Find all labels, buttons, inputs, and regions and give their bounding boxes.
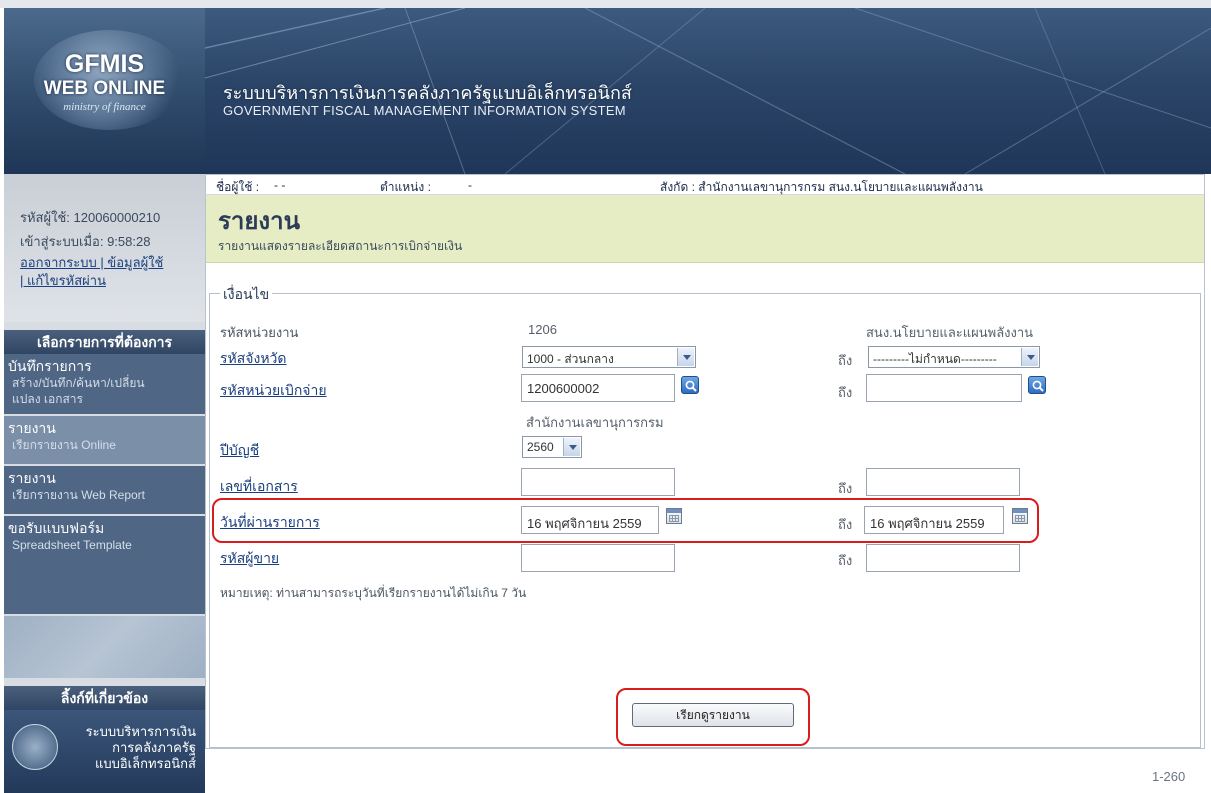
related-gfmis-link[interactable]: ระบบบริหารการเงิน การคลังภาครัฐ แบบอิเล็… [4, 710, 205, 793]
logo-title: GFMIS [64, 50, 145, 78]
position-value: - [468, 178, 472, 192]
to-label: ถึง [838, 553, 853, 568]
gfmis-report-page: GFMIS WEB ONLINE ministry of finance ระบ… [0, 0, 1211, 793]
document-number-link[interactable]: เลขที่เอกสาร [220, 476, 298, 498]
page-title: รายงาน [218, 208, 301, 235]
related-link-line: การคลังภาครัฐ [112, 740, 196, 755]
sidebar-item-report-online[interactable]: รายงาน เรียกรายงาน Online [4, 416, 205, 464]
sidebar-item-label: รายงาน [8, 420, 56, 436]
search-icon[interactable] [681, 376, 699, 394]
criteria-legend: เงื่อนไข [220, 284, 273, 306]
logo-web-online: WEB ONLINE [43, 78, 166, 99]
disbursing-unit-input[interactable]: 1200600002 [521, 374, 675, 402]
login-time: เข้าสู่ระบบเมื่อ: 9:58:28 [20, 234, 151, 249]
agency-code-value: 1206 [528, 322, 557, 337]
fiscal-year-link[interactable]: ปีบัญชี [220, 440, 259, 462]
province-select[interactable]: 1000 - ส่วนกลาง [522, 346, 696, 368]
sidebar-item-sub: Spreadsheet Template [12, 538, 132, 552]
province-code-link[interactable]: รหัสจังหวัด [220, 348, 287, 370]
gfmis-logo: GFMIS WEB ONLINE ministry of finance [4, 8, 205, 174]
search-icon[interactable] [1028, 376, 1046, 394]
sidebar-item-sub: เรียกรายงาน Web Report [12, 488, 146, 502]
change-password-link[interactable]: | แก้ไขรหัสผ่าน [20, 272, 205, 290]
agency-code-label: รหัสหน่วยงาน [220, 325, 299, 340]
gfmis-seal-icon [12, 724, 58, 770]
system-name-english: GOVERNMENT FISCAL MANAGEMENT INFORMATION… [223, 103, 626, 118]
page-number: 1-260 [1152, 769, 1186, 784]
to-label: ถึง [838, 481, 853, 496]
user-info: รหัสผู้ใช้: 120060000210 เข้าสู่ระบบเมื่… [4, 174, 205, 322]
disbursing-unit-name: สำนักงานเลขานุการกรม [526, 415, 664, 430]
vendor-code-to-input[interactable] [866, 544, 1020, 572]
disbursing-unit-to-input[interactable] [866, 374, 1022, 402]
document-number-to-input[interactable] [866, 468, 1020, 496]
sidebar-item-sub: สร้าง/บันทึก/ค้นหา/เปลี่ยน [12, 376, 145, 390]
menu-header: เลือกรายการที่ต้องการ [4, 330, 205, 354]
logo-ministry: ministry of finance [63, 101, 146, 113]
province-to-select[interactable]: ---------ไม่กำหนด--------- [868, 346, 1040, 368]
related-link-line: แบบอิเล็กทรอนิกส์ [94, 756, 196, 771]
sidebar: รหัสผู้ใช้: 120060000210 เข้าสู่ระบบเมื่… [4, 174, 205, 793]
fiscal-year-select[interactable]: 2560 [522, 436, 582, 458]
sidebar-item-spreadsheet[interactable]: ขอรับแบบฟอร์ม Spreadsheet Template [4, 516, 205, 614]
sidebar-item-sub: แปลง เอกสาร [12, 392, 83, 406]
related-links-header: ลิ้งก์ที่เกี่ยวข้อง [4, 686, 205, 710]
province-select-value: 1000 - ส่วนกลาง [527, 352, 614, 366]
province-to-select-value: ---------ไม่กำหนด--------- [873, 352, 997, 366]
chevron-down-icon [1021, 348, 1038, 366]
fiscal-year-value: 2560 [527, 440, 554, 454]
vendor-code-link[interactable]: รหัสผู้ขาย [220, 548, 279, 570]
page-subtitle: รายงานแสดงรายละเอียดสถานะการเบิกจ่ายเงิน [218, 239, 463, 253]
user-name-value: - - [274, 178, 286, 192]
agency-name: สนง.นโยบายและแผนพลังงาน [866, 325, 1034, 340]
to-label: ถึง [838, 353, 853, 368]
chevron-down-icon [677, 348, 694, 366]
top-strip [0, 0, 1211, 8]
posting-date-highlight [212, 498, 1039, 543]
header-banner: ระบบบริหารการเงินการคลังภาครัฐแบบอิเล็กท… [205, 8, 1211, 174]
sidebar-item-label: บันทึกรายการ [8, 358, 92, 374]
disbursing-unit-link[interactable]: รหัสหน่วยเบิกจ่าย [220, 380, 327, 402]
related-link-text: ระบบบริหารการเงิน การคลังภาครัฐ แบบอิเล็… [64, 724, 196, 772]
sidebar-item-web-report[interactable]: รายงาน เรียกรายงาน Web Report [4, 466, 205, 514]
vendor-code-input[interactable] [521, 544, 675, 572]
sidebar-item-sub: เรียกรายงาน Online [12, 438, 116, 452]
sidebar-item-label: ขอรับแบบฟอร์ม [8, 520, 105, 536]
related-link-line: ระบบบริหารการเงิน [85, 724, 196, 739]
sidebar-decoration [4, 616, 205, 678]
sidebar-item-record[interactable]: บันทึกรายการ สร้าง/บันทึก/ค้นหา/เปลี่ยน … [4, 354, 205, 414]
user-info-bar: ชื่อผู้ใช้ : - - ตำแหน่ง : - สังกัด : สำ… [206, 175, 1204, 195]
chevron-down-icon [563, 438, 580, 456]
logout-profile-link[interactable]: ออกจากระบบ | ข้อมูลผู้ใช้ [20, 254, 205, 272]
title-band: รายงาน รายงานแสดงรายละเอียดสถานะการเบิกจ… [206, 195, 1204, 263]
criteria-fieldset: เงื่อนไข รหัสหน่วยงาน 1206 สนง.นโยบายและ… [209, 284, 1201, 748]
to-label: ถึง [838, 385, 853, 400]
sidebar-item-label: รายงาน [8, 470, 56, 486]
main-panel: ชื่อผู้ใช้ : - - ตำแหน่ง : - สังกัด : สำ… [205, 174, 1205, 749]
user-code: รหัสผู้ใช้: 120060000210 [20, 210, 161, 225]
document-number-input[interactable] [521, 468, 675, 496]
view-report-button[interactable]: เรียกดูรายงาน [632, 703, 794, 727]
note-text: หมายเหตุ: ท่านสามารถระบุวันที่เรียกรายงา… [220, 586, 527, 600]
